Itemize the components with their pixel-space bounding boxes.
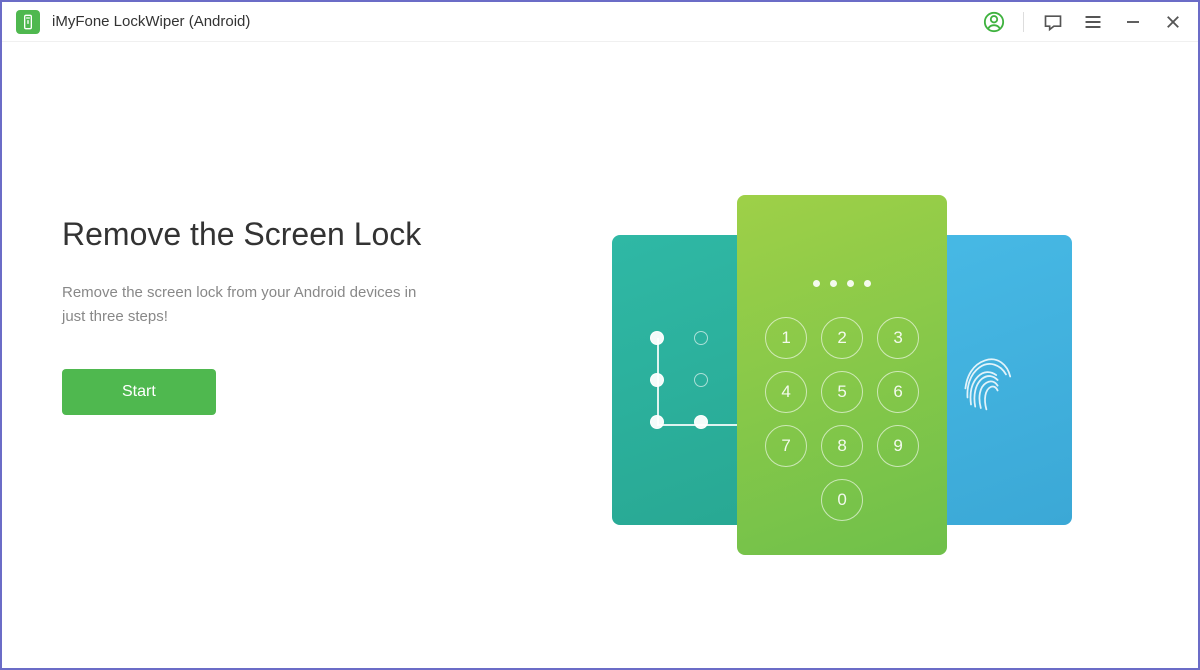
pattern-dot xyxy=(694,415,708,429)
pin-dot xyxy=(830,280,837,287)
keypad-key: 2 xyxy=(821,317,863,359)
pin-dot xyxy=(847,280,854,287)
close-icon[interactable] xyxy=(1162,11,1184,33)
main-content: Remove the Screen Lock Remove the screen… xyxy=(2,42,1198,668)
pattern-dot xyxy=(650,415,664,429)
app-title: iMyFone LockWiper (Android) xyxy=(52,13,983,30)
account-icon[interactable] xyxy=(983,11,1005,33)
app-logo xyxy=(16,10,40,34)
pattern-dot xyxy=(650,373,664,387)
minimize-icon[interactable] xyxy=(1122,11,1144,33)
titlebar: iMyFone LockWiper (Android) xyxy=(2,2,1198,42)
keypad-key: 6 xyxy=(877,371,919,413)
titlebar-controls xyxy=(983,11,1184,33)
keypad-key: 4 xyxy=(765,371,807,413)
keypad-key: 3 xyxy=(877,317,919,359)
menu-icon[interactable] xyxy=(1082,11,1104,33)
left-panel: Remove the Screen Lock Remove the screen… xyxy=(62,216,546,495)
keypad-key: 0 xyxy=(821,479,863,521)
pin-lock-card: 1 2 3 4 5 6 7 8 9 0 xyxy=(737,195,947,555)
keypad-key: 7 xyxy=(765,425,807,467)
feedback-icon[interactable] xyxy=(1042,11,1064,33)
pattern-dot xyxy=(694,331,708,345)
page-heading: Remove the Screen Lock xyxy=(62,216,506,253)
illustration-panel: 1 2 3 4 5 6 7 8 9 0 xyxy=(546,42,1138,668)
keypad: 1 2 3 4 5 6 7 8 9 0 xyxy=(765,317,919,521)
fingerprint-icon xyxy=(950,345,1020,415)
pin-dots xyxy=(813,280,871,287)
keypad-key: 8 xyxy=(821,425,863,467)
cards-container: 1 2 3 4 5 6 7 8 9 0 xyxy=(612,195,1072,555)
page-description: Remove the screen lock from your Android… xyxy=(62,281,442,329)
keypad-key: 5 xyxy=(821,371,863,413)
start-button[interactable]: Start xyxy=(62,369,216,415)
pattern-dot xyxy=(694,373,708,387)
titlebar-divider xyxy=(1023,12,1024,32)
pattern-dot xyxy=(650,331,664,345)
keypad-key: 1 xyxy=(765,317,807,359)
pin-dot xyxy=(864,280,871,287)
pin-dot xyxy=(813,280,820,287)
keypad-key: 9 xyxy=(877,425,919,467)
